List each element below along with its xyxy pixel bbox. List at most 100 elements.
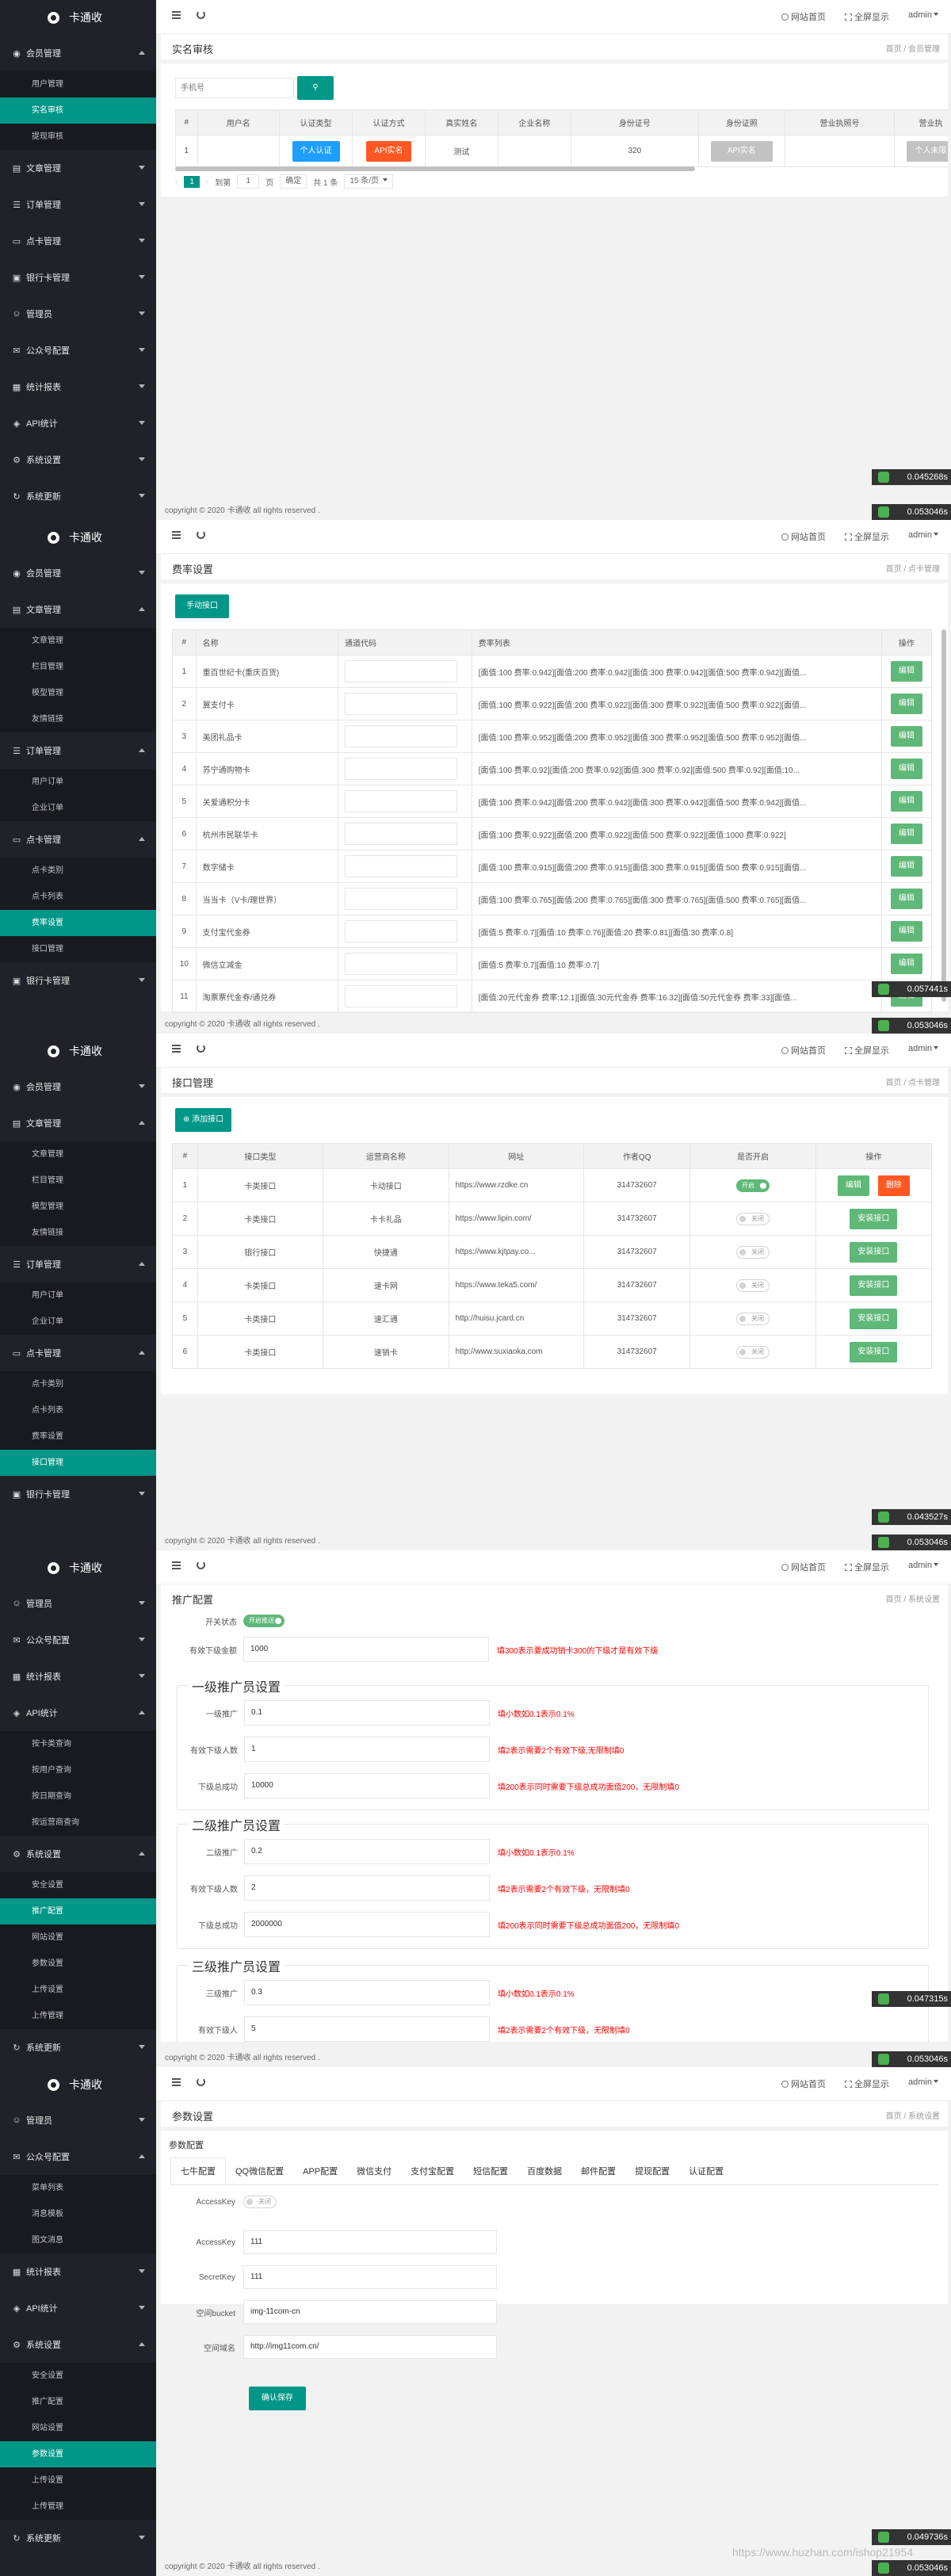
edit-button[interactable]: 编辑 <box>890 791 922 812</box>
sidebar-item[interactable]: 友情链接 <box>0 1220 156 1246</box>
sidebar-item[interactable]: 文章管理 <box>0 628 156 654</box>
interface-url[interactable]: https://www.teka5.com/ <box>448 1268 585 1302</box>
fullscreen-link[interactable]: 全屏显示 <box>845 1044 889 1057</box>
config-input[interactable]: 111 <box>243 2230 497 2254</box>
column-header[interactable]: 认证类型 <box>279 109 353 136</box>
channel-code-input[interactable] <box>344 693 457 715</box>
sidebar-item[interactable]: 网站设置 <box>0 1924 156 1951</box>
column-header[interactable]: 运营商名称 <box>323 1143 449 1169</box>
channel-code-input[interactable] <box>344 758 457 780</box>
edit-button[interactable]: 编辑 <box>890 726 922 747</box>
sidebar-item[interactable]: 推广配置 <box>0 2389 156 2415</box>
sidebar-item[interactable]: 按用户查询 <box>0 1757 156 1783</box>
channel-code-input[interactable] <box>344 725 457 747</box>
column-header[interactable]: 费率列表 <box>471 629 882 655</box>
breadcrumb-home[interactable]: 首页 <box>886 1596 902 1604</box>
site-home-link[interactable]: 网站首页 <box>781 530 826 543</box>
level-count-input[interactable]: 1 <box>244 1737 490 1762</box>
sidebar-group[interactable]: ▤ 文章管理 <box>0 150 156 186</box>
sidebar-group[interactable]: ☺ 管理员 <box>0 2102 156 2138</box>
sidebar-item[interactable]: 费率设置 <box>0 1424 156 1450</box>
sidebar-item[interactable]: 模型管理 <box>0 680 156 706</box>
auth-mode-button[interactable]: API实名 <box>366 140 411 162</box>
sidebar-item[interactable]: 文章管理 <box>0 1141 156 1168</box>
breadcrumb-section[interactable]: 点卡管理 <box>908 565 940 574</box>
column-header[interactable]: # <box>175 109 198 136</box>
debug-timer[interactable]: 0.053046s <box>872 1535 951 1550</box>
install-button[interactable]: 安装接口 <box>850 1341 898 1363</box>
sidebar-group[interactable]: ▭ 点卡管理 <box>0 1335 156 1371</box>
sidebar-group[interactable]: ▣ 银行卡管理 <box>0 259 156 296</box>
menu-toggle-icon[interactable] <box>172 531 181 539</box>
sidebar-item[interactable]: 栏目管理 <box>0 654 156 680</box>
sidebar-item[interactable]: 点卡列表 <box>0 884 156 910</box>
channel-code-input[interactable] <box>344 660 457 682</box>
vertical-scrollbar[interactable] <box>941 629 946 1002</box>
search-button[interactable]: ⚲ <box>297 76 334 100</box>
debug-timer[interactable]: 0.043527s <box>872 1509 951 1525</box>
sidebar-item[interactable]: 参数设置 <box>0 1951 156 1977</box>
logo[interactable]: 卡通收 <box>0 520 156 555</box>
promotion-switch[interactable]: 开启推送 <box>243 1615 285 1627</box>
edit-button[interactable]: 编辑 <box>890 856 922 877</box>
sidebar-group[interactable]: ☰ 订单管理 <box>0 1246 156 1282</box>
install-button[interactable]: 安装接口 <box>850 1241 898 1263</box>
sidebar-group[interactable]: ✉ 公众号配置 <box>0 2138 156 2175</box>
column-header[interactable]: 营业执 <box>893 109 948 136</box>
edit-button[interactable]: 编辑 <box>890 824 922 844</box>
sidebar-item[interactable]: 接口管理 <box>0 1450 156 1476</box>
config-tab[interactable]: 提现配置 <box>625 2158 679 2185</box>
sidebar-group[interactable]: ▭ 点卡管理 <box>0 223 156 259</box>
sidebar-item[interactable]: 上传管理 <box>0 2494 156 2520</box>
auth-type-button[interactable]: 个人认证 <box>292 140 340 162</box>
interface-url[interactable]: https://www.lipin.com/ <box>448 1202 585 1236</box>
sidebar-item[interactable]: 安全设置 <box>0 1872 156 1898</box>
sidebar-item[interactable]: 友情链接 <box>0 706 156 732</box>
interface-url[interactable]: https://www.kjtpay.co... <box>448 1235 585 1269</box>
sidebar-group[interactable]: ▦ 统计报表 <box>0 2253 156 2290</box>
logo[interactable]: 卡通收 <box>0 2067 156 2102</box>
edit-button[interactable]: 编辑 <box>890 954 922 974</box>
level-rate-input[interactable]: 0.1 <box>244 1700 490 1726</box>
level-count-input[interactable]: 5 <box>244 2016 490 2042</box>
column-header[interactable]: 用户名 <box>197 109 281 136</box>
debug-timer[interactable]: 0.053046s <box>872 2051 951 2067</box>
column-header[interactable]: 通道代码 <box>337 629 472 655</box>
level-total-input[interactable]: 2000000 <box>244 1912 490 1937</box>
refresh-icon[interactable] <box>197 2077 205 2086</box>
column-header[interactable]: 身份证号 <box>570 109 699 136</box>
site-home-link[interactable]: 网站首页 <box>781 10 826 23</box>
column-header[interactable]: 企业名称 <box>497 109 571 136</box>
sidebar-group[interactable]: ▤ 文章管理 <box>0 591 156 628</box>
edit-button[interactable]: 编辑 <box>890 889 922 909</box>
add-interface-button[interactable]: 手动接口 <box>175 594 229 618</box>
sidebar-item[interactable]: 上传设置 <box>0 1977 156 2003</box>
menu-toggle-icon[interactable] <box>172 2078 181 2086</box>
config-tab[interactable]: 七牛配置 <box>170 2157 226 2184</box>
sidebar-item[interactable]: 点卡类别 <box>0 1371 156 1397</box>
sidebar-item[interactable]: 图文消息 <box>0 2227 156 2253</box>
sidebar-group[interactable]: ▦ 统计报表 <box>0 1658 156 1695</box>
logo[interactable]: 卡通收 <box>0 0 156 35</box>
sidebar-item[interactable]: 消息模板 <box>0 2201 156 2227</box>
site-home-link[interactable]: 网站首页 <box>781 2077 826 2090</box>
column-header[interactable]: 名称 <box>195 629 338 655</box>
sidebar-group[interactable]: ☰ 订单管理 <box>0 732 156 769</box>
column-header[interactable]: 网址 <box>448 1143 585 1169</box>
sidebar-group[interactable]: ▦ 统计报表 <box>0 369 156 405</box>
goto-confirm-button[interactable]: 确定 <box>280 174 307 189</box>
sidebar-item[interactable]: 企业订单 <box>0 1309 156 1335</box>
interface-url[interactable]: https://www.rzdke.cn <box>448 1168 585 1202</box>
sidebar-item[interactable]: 点卡类别 <box>0 858 156 884</box>
edit-button[interactable]: 编辑 <box>890 694 922 714</box>
column-header[interactable]: 操作 <box>815 1143 933 1169</box>
config-tab[interactable]: 微信支付 <box>347 2158 401 2185</box>
menu-toggle-icon[interactable] <box>172 1561 181 1569</box>
sidebar-item[interactable]: 推广配置 <box>0 1898 156 1924</box>
enable-switch[interactable]: 关闭 <box>735 1212 770 1225</box>
config-input[interactable]: http://img11com.cn/ <box>243 2335 497 2359</box>
edit-button[interactable]: 编辑 <box>837 1175 869 1196</box>
license-button[interactable]: 个人未限 <box>907 140 948 162</box>
sidebar-item[interactable]: 按卡类查询 <box>0 1731 156 1757</box>
edit-button[interactable]: 编辑 <box>890 759 922 779</box>
